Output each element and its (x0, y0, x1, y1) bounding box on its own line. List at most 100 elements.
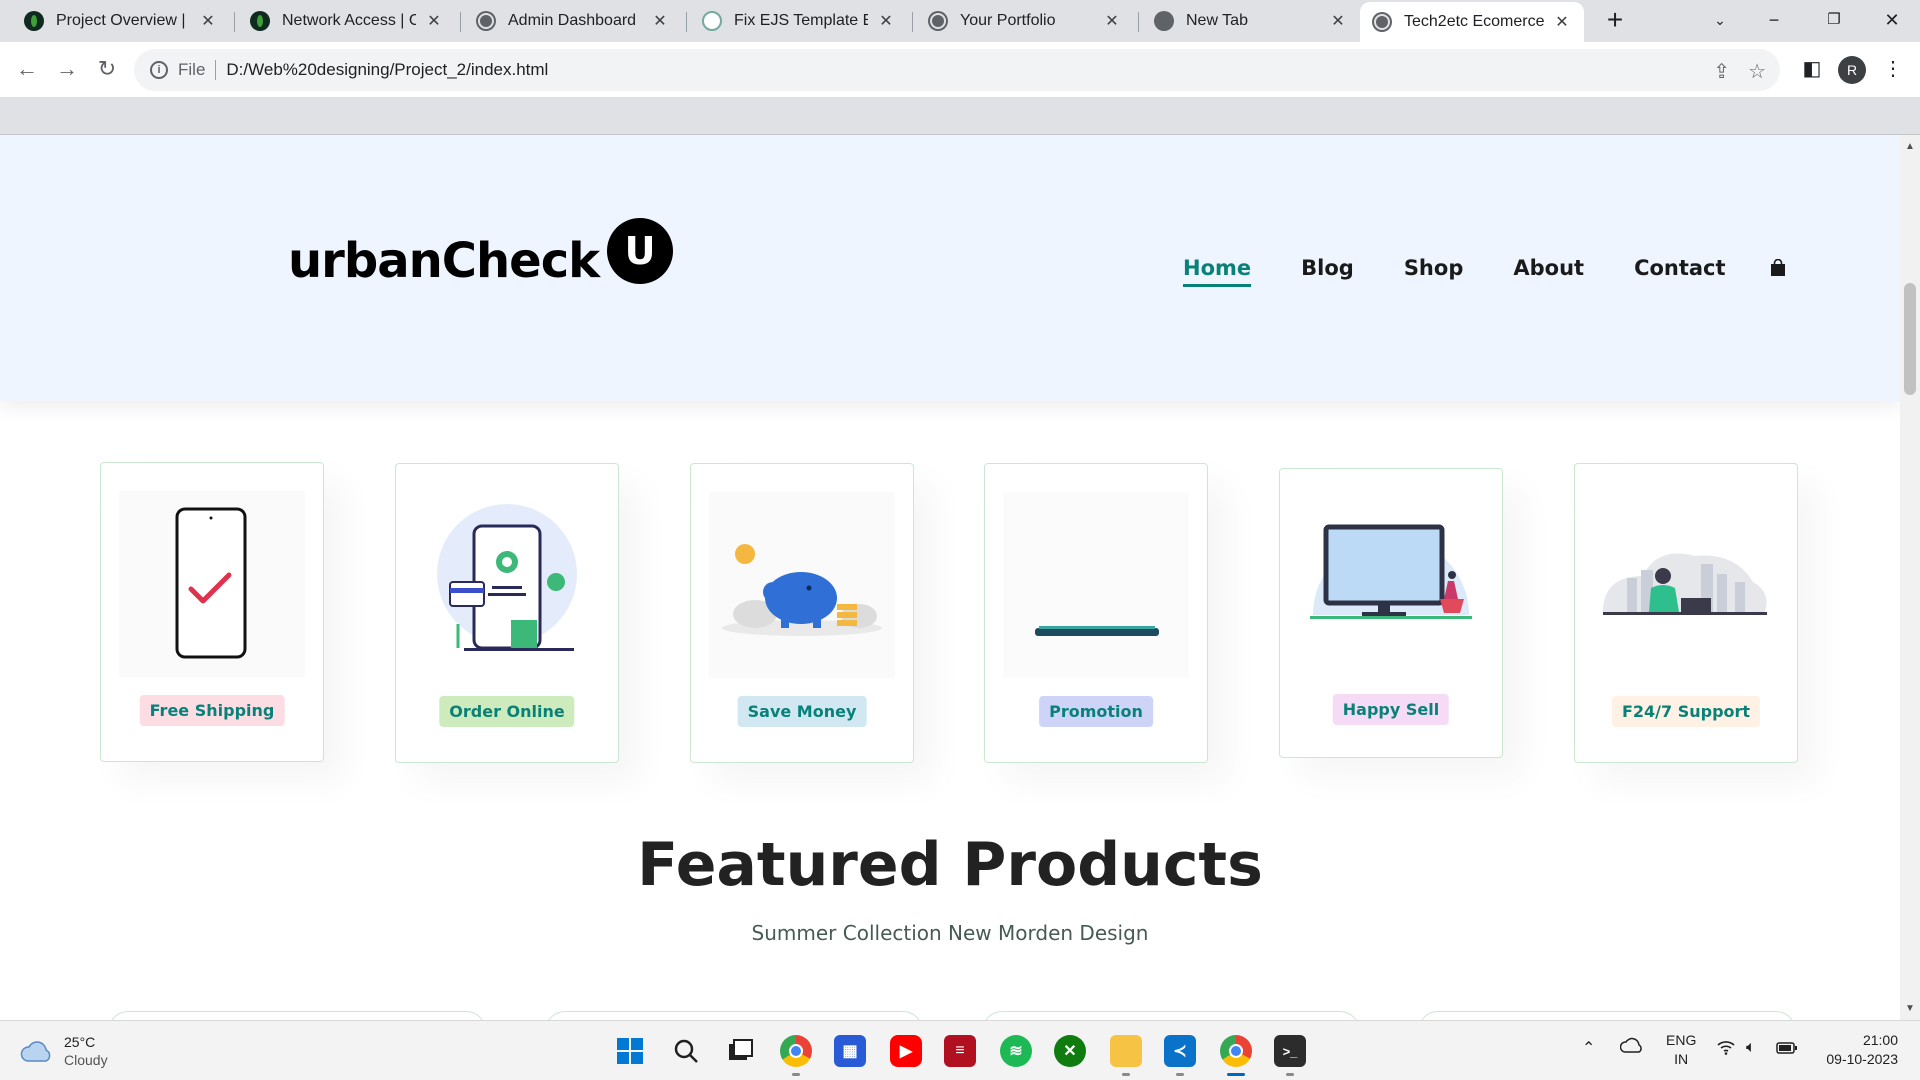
new-tab-plus-icon[interactable]: + (1598, 4, 1632, 38)
nav-blog[interactable]: Blog (1301, 256, 1354, 280)
site-logo[interactable]: urbanCheck U (288, 218, 674, 289)
promotion-illustration (1003, 492, 1189, 678)
running-indicator (1122, 1073, 1130, 1076)
close-icon[interactable]: ✕ (1552, 12, 1572, 32)
phone-checkmark-illustration (119, 491, 305, 677)
wifi-icon[interactable] (1716, 1039, 1736, 1060)
feature-card-happy-sell[interactable]: Happy Sell (1279, 468, 1503, 758)
reload-icon[interactable]: ↻ (90, 52, 124, 86)
chatgpt-icon (702, 11, 722, 31)
spotify-icon[interactable]: ≋ (1000, 1035, 1032, 1067)
tab-project-overview[interactable]: Project Overview | Clo ✕ (12, 4, 230, 38)
tab-divider (234, 12, 235, 32)
language-code: ENG (1666, 1032, 1697, 1048)
feature-card-free-shipping[interactable]: Free Shipping (100, 462, 324, 762)
back-arrow-icon[interactable]: ← (10, 52, 44, 86)
pinned-app-icon[interactable]: ≡ (944, 1035, 976, 1067)
support-person-illustration (1593, 492, 1779, 678)
side-panel-icon[interactable]: ◧ (1795, 52, 1829, 86)
task-view-icon[interactable] (724, 1035, 756, 1067)
file-explorer-icon[interactable] (1110, 1035, 1142, 1067)
minimize-icon[interactable]: − (1746, 0, 1802, 40)
battery-icon[interactable] (1776, 1040, 1798, 1059)
tab-strip: Project Overview | Clo ✕ Network Access … (0, 0, 1920, 42)
scroll-thumb[interactable] (1904, 283, 1916, 395)
product-card[interactable] (982, 1011, 1360, 1020)
volume-icon[interactable]: 🔈︎ (1746, 1038, 1756, 1057)
nav-about[interactable]: About (1513, 256, 1584, 280)
monitor-shopping-illustration (1298, 497, 1484, 683)
product-card[interactable] (545, 1011, 923, 1020)
chrome-profile-icon[interactable] (1220, 1035, 1252, 1067)
nav-shop[interactable]: Shop (1404, 256, 1464, 280)
close-icon[interactable]: ✕ (424, 11, 444, 31)
chrome-icon (1154, 11, 1174, 31)
onedrive-cloud-icon[interactable] (1619, 1037, 1644, 1058)
feature-label: Save Money (737, 696, 867, 727)
tab-title: Your Portfolio (960, 12, 1056, 29)
chrome-icon[interactable] (780, 1035, 812, 1067)
tab-tech2etc-ecomerce[interactable]: Tech2etc Ecomerce ✕ (1360, 2, 1584, 42)
clock-time: 21:00 (1862, 1032, 1898, 1048)
tab-divider (460, 12, 461, 32)
nav-contact[interactable]: Contact (1634, 256, 1726, 280)
shopping-bag-icon[interactable] (1770, 258, 1786, 277)
forward-arrow-icon[interactable]: → (50, 52, 84, 86)
share-icon[interactable]: ⇪ (1713, 59, 1730, 84)
close-icon[interactable]: ✕ (198, 11, 218, 31)
language-indicator[interactable]: ENG IN (1666, 1031, 1696, 1069)
tab-new-tab[interactable]: New Tab ✕ (1142, 4, 1360, 38)
feature-card-save-money[interactable]: Save Money (690, 463, 914, 763)
globe-icon (1372, 12, 1392, 32)
close-icon[interactable]: ✕ (650, 11, 670, 31)
tab-your-portfolio[interactable]: Your Portfolio ✕ (916, 4, 1134, 38)
tab-search-chevron-icon[interactable]: ⌄ (1692, 0, 1748, 40)
search-icon[interactable] (670, 1035, 702, 1067)
windows-start-icon[interactable] (614, 1035, 646, 1067)
close-icon[interactable]: ✕ (1102, 11, 1122, 31)
bookmark-star-icon[interactable]: ☆ (1748, 59, 1766, 84)
product-card[interactable] (108, 1011, 486, 1020)
tray-chevron-up-icon[interactable]: ⌃ (1582, 1039, 1595, 1058)
scroll-down-arrow-icon[interactable]: ▼ (1900, 1003, 1920, 1014)
microsoft-store-icon[interactable]: ▦ (834, 1035, 866, 1067)
feature-card-support[interactable]: F24/7 Support (1574, 463, 1798, 763)
youtube-icon[interactable]: ▶ (890, 1035, 922, 1067)
mongodb-leaf-icon (24, 11, 44, 31)
weather-widget[interactable]: 25°C Cloudy (20, 1033, 108, 1069)
info-icon[interactable]: i (150, 61, 168, 79)
weather-temp: 25°C (64, 1034, 96, 1050)
profile-avatar[interactable]: R (1838, 56, 1866, 84)
order-confirmed-illustration (414, 492, 600, 678)
close-icon[interactable]: ✕ (1328, 11, 1348, 31)
feature-label: Happy Sell (1332, 694, 1450, 725)
tab-admin-dashboard[interactable]: Admin Dashboard ✕ (464, 4, 682, 38)
featured-products-subtitle: Summer Collection New Morden Design (751, 921, 1149, 945)
page-scrollbar[interactable]: ▲ ▼ (1900, 135, 1920, 1020)
product-card[interactable] (1418, 1011, 1796, 1020)
running-indicator (1286, 1073, 1294, 1076)
xbox-icon[interactable]: ✕ (1054, 1035, 1086, 1067)
close-icon[interactable]: ✕ (876, 11, 896, 31)
kebab-menu-icon[interactable]: ⋮ (1876, 52, 1910, 86)
address-bar[interactable]: i File D:/Web%20designing/Project_2/inde… (134, 49, 1780, 91)
tab-network-access[interactable]: Network Access | Clo ✕ (238, 4, 456, 38)
clock[interactable]: 21:00 09-10-2023 (1816, 1031, 1898, 1069)
url-text[interactable]: D:/Web%20designing/Project_2/index.html (226, 60, 548, 80)
nav-home[interactable]: Home (1183, 256, 1252, 287)
mongodb-leaf-icon (250, 11, 270, 31)
cloud-icon (20, 1041, 51, 1062)
tab-fix-ejs[interactable]: Fix EJS Template Erro ✕ (690, 4, 908, 38)
scroll-up-arrow-icon[interactable]: ▲ (1900, 141, 1920, 152)
active-app-indicator (1227, 1073, 1245, 1076)
feature-card-promotion[interactable]: Promotion (984, 463, 1208, 763)
terminal-icon[interactable]: >_ (1274, 1035, 1306, 1067)
window-close-icon[interactable]: ✕ (1864, 0, 1920, 40)
feature-label: Order Online (439, 696, 575, 727)
logo-badge: U (607, 218, 674, 284)
tab-title: Admin Dashboard (508, 12, 637, 29)
feature-card-order-online[interactable]: Order Online (395, 463, 619, 763)
restore-icon[interactable]: ❐ (1806, 0, 1862, 40)
browser-toolbar: ← → ↻ i File D:/Web%20designing/Project_… (0, 42, 1920, 97)
vscode-icon[interactable]: ≺ (1164, 1035, 1196, 1067)
